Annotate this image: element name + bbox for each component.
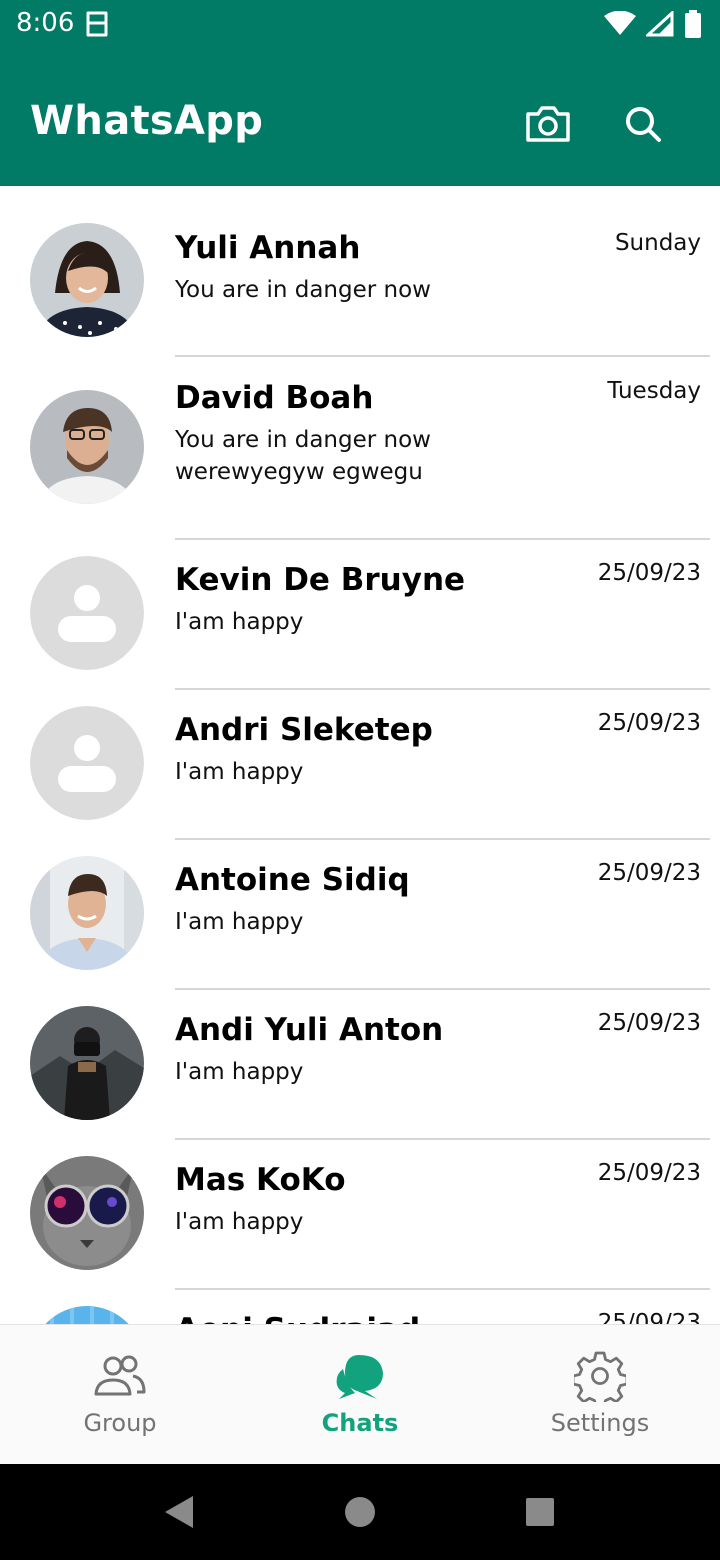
- search-icon: [623, 104, 663, 148]
- chat-last-message: I'am happy: [175, 909, 304, 935]
- status-bar: 8:06: [0, 0, 720, 50]
- avatar: [30, 856, 144, 970]
- chat-last-message: I'am happy: [175, 759, 304, 785]
- chat-name: Yuli Annah: [175, 230, 361, 266]
- chat-name: Mas KoKo: [175, 1162, 346, 1198]
- chat-time: 25/09/23: [597, 1160, 701, 1186]
- back-button[interactable]: [158, 1494, 198, 1534]
- chat-time: Sunday: [614, 230, 701, 256]
- status-time: 8:06: [16, 8, 75, 38]
- chat-last-message: You are in danger now: [175, 277, 431, 303]
- system-nav-bar: [0, 1464, 720, 1560]
- camera-icon: [524, 104, 572, 148]
- tab-chats[interactable]: Chats: [240, 1325, 480, 1465]
- bottom-nav: Group Chats Settings: [0, 1324, 720, 1464]
- chat-item[interactable]: Kevin De Bruyne I'am happy 25/09/23: [0, 540, 720, 690]
- chat-item[interactable]: Andi Yuli Anton I'am happy 25/09/23: [0, 990, 720, 1140]
- battery-icon: [684, 10, 702, 42]
- chat-time: Tuesday: [607, 378, 701, 404]
- wifi-icon: [604, 10, 636, 41]
- avatar: [30, 223, 144, 337]
- chat-item[interactable]: Andri Sleketep I'am happy 25/09/23: [0, 690, 720, 840]
- chat-last-message: I'am happy: [175, 1209, 304, 1235]
- chat-name: Aepi Sudrajad: [175, 1312, 420, 1324]
- chat-last-message: I'am happy: [175, 609, 304, 635]
- default-avatar-icon: [30, 556, 144, 670]
- chat-item[interactable]: David Boah You are in danger now werewye…: [0, 358, 720, 540]
- default-avatar-icon: [30, 706, 144, 820]
- tab-label: Group: [83, 1409, 157, 1437]
- chat-name: David Boah: [175, 380, 374, 416]
- chat-last-message: I'am happy: [175, 1059, 304, 1085]
- chat-last-message: You are in danger now werewyegyw egwegu: [175, 427, 431, 485]
- recents-button[interactable]: [520, 1494, 560, 1534]
- app-title: WhatsApp: [30, 98, 264, 144]
- avatar: [30, 390, 144, 504]
- notification-icon: [84, 9, 110, 39]
- recents-icon: [524, 1496, 556, 1532]
- settings-icon: [573, 1349, 627, 1403]
- avatar: [30, 1006, 144, 1120]
- chat-item[interactable]: Mas KoKo I'am happy 25/09/23: [0, 1140, 720, 1290]
- chat-time: 25/09/23: [597, 1010, 701, 1036]
- camera-button[interactable]: [522, 100, 574, 152]
- home-icon: [344, 1496, 376, 1532]
- signal-icon: [644, 9, 674, 41]
- chat-time: 25/09/23: [597, 860, 701, 886]
- avatar: [30, 1156, 144, 1270]
- divider: [175, 355, 710, 357]
- chat-time: 25/09/23: [597, 710, 701, 736]
- chats-icon: [333, 1349, 387, 1403]
- chat-name: Andri Sleketep: [175, 712, 433, 748]
- back-icon: [161, 1494, 195, 1534]
- chat-name: Andi Yuli Anton: [175, 1012, 444, 1048]
- avatar: [30, 1306, 144, 1324]
- chat-list[interactable]: Yuli Annah You are in danger now Sunday …: [0, 186, 720, 1324]
- search-button[interactable]: [617, 100, 669, 152]
- tab-label: Chats: [321, 1409, 399, 1437]
- chat-item[interactable]: Antoine Sidiq I'am happy 25/09/23: [0, 840, 720, 990]
- app-bar: WhatsApp: [0, 50, 720, 186]
- tab-settings[interactable]: Settings: [480, 1325, 720, 1465]
- chat-time: 25/09/23: [597, 1310, 701, 1324]
- tab-label: Settings: [550, 1409, 650, 1437]
- chat-time: 25/09/23: [597, 560, 701, 586]
- chat-name: Antoine Sidiq: [175, 862, 410, 898]
- tab-group[interactable]: Group: [0, 1325, 240, 1465]
- group-icon: [93, 1349, 147, 1403]
- chat-item[interactable]: Yuli Annah You are in danger now Sunday: [0, 186, 720, 358]
- chat-name: Kevin De Bruyne: [175, 562, 466, 598]
- chat-item[interactable]: Aepi Sudrajad 25/09/23: [0, 1290, 720, 1324]
- home-button[interactable]: [340, 1494, 380, 1534]
